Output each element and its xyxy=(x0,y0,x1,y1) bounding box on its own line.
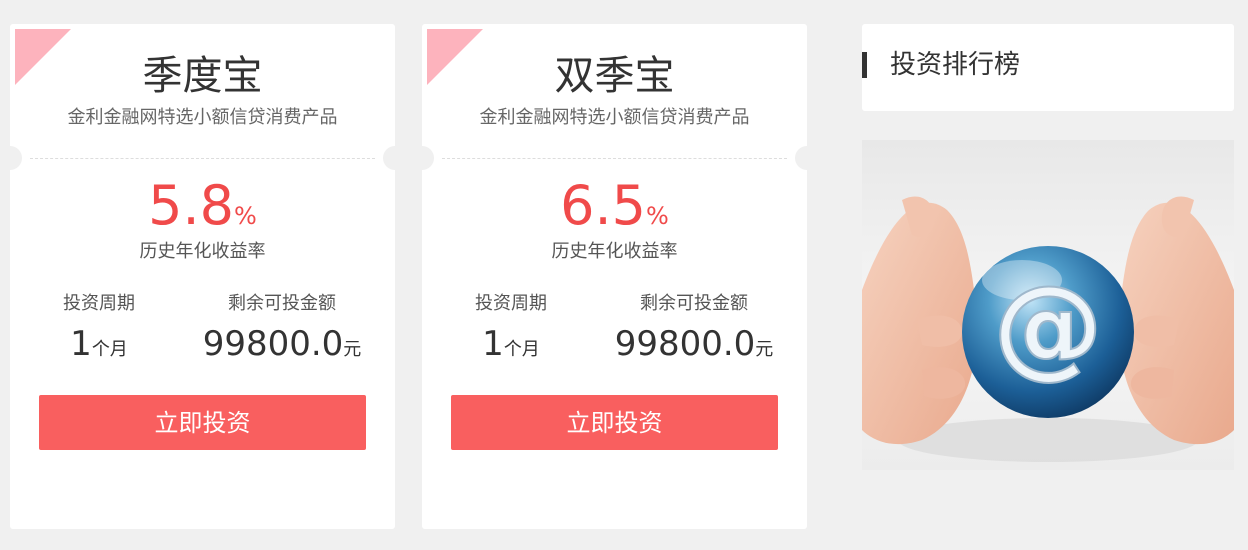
investment-period: 投资周期 1个月 xyxy=(452,292,570,370)
remaining-amount-unit: 元 xyxy=(755,339,774,360)
investment-period-value-row: 1个月 xyxy=(452,324,570,370)
annual-rate-value: 5.8 xyxy=(148,174,235,237)
investment-ranking-panel: 投资排行榜 xyxy=(862,24,1234,111)
remaining-amount-value-row: 99800.0元 xyxy=(182,324,382,370)
ticket-notch-right xyxy=(795,146,807,170)
invest-now-button[interactable]: 立即投资 xyxy=(451,395,778,450)
remaining-amount-value: 99800.0 xyxy=(202,324,344,364)
promo-banner-image[interactable]: @ xyxy=(862,140,1234,470)
annual-rate-unit: % xyxy=(646,202,669,230)
ticket-notch-right xyxy=(383,146,395,170)
hands-globe-illustration: @ xyxy=(862,196,1234,462)
investment-period-unit: 个月 xyxy=(503,339,540,360)
product-subtitle: 金利金融网特选小额信贷消费产品 xyxy=(479,107,750,128)
at-symbol-icon: @ xyxy=(993,262,1103,390)
annual-rate: 5.8% xyxy=(10,176,395,249)
remaining-amount-unit: 元 xyxy=(343,339,362,360)
remaining-amount: 剩余可投金额 99800.0元 xyxy=(594,292,794,370)
investment-period-value-row: 1个月 xyxy=(40,324,158,370)
investment-period-label: 投资周期 xyxy=(63,293,135,314)
product-card-2: 双季宝 金利金融网特选小额信贷消费产品 6.5% 历史年化收益率 投资周期 1个… xyxy=(422,24,807,529)
product-subtitle: 金利金融网特选小额信贷消费产品 xyxy=(67,107,338,128)
remaining-amount: 剩余可投金额 99800.0元 xyxy=(182,292,382,370)
annual-rate-label: 历史年化收益率 xyxy=(551,241,678,262)
remaining-amount-label: 剩余可投金额 xyxy=(640,293,748,314)
invest-now-button[interactable]: 立即投资 xyxy=(39,395,366,450)
product-card-1: 季度宝 金利金融网特选小额信贷消费产品 5.8% 历史年化收益率 投资周期 1个… xyxy=(10,24,395,529)
annual-rate-value: 6.5 xyxy=(560,174,647,237)
ranking-title-marker xyxy=(862,52,867,78)
investment-period-value: 1 xyxy=(482,324,504,364)
dashed-divider xyxy=(30,158,375,159)
ticket-notch-left xyxy=(422,146,434,170)
ticket-notch-left xyxy=(10,146,22,170)
ranking-title: 投资排行榜 xyxy=(890,50,1021,80)
investment-period-unit: 个月 xyxy=(91,339,128,360)
annual-rate-unit: % xyxy=(234,202,257,230)
annual-rate: 6.5% xyxy=(422,176,807,249)
investment-period-label: 投资周期 xyxy=(475,293,547,314)
product-name: 双季宝 xyxy=(554,53,675,99)
dashed-divider xyxy=(442,158,787,159)
investment-period-value: 1 xyxy=(70,324,92,364)
investment-period: 投资周期 1个月 xyxy=(40,292,158,370)
remaining-amount-value: 99800.0 xyxy=(614,324,756,364)
annual-rate-label: 历史年化收益率 xyxy=(139,241,266,262)
remaining-amount-label: 剩余可投金额 xyxy=(228,293,336,314)
remaining-amount-value-row: 99800.0元 xyxy=(594,324,794,370)
product-name: 季度宝 xyxy=(142,53,263,99)
